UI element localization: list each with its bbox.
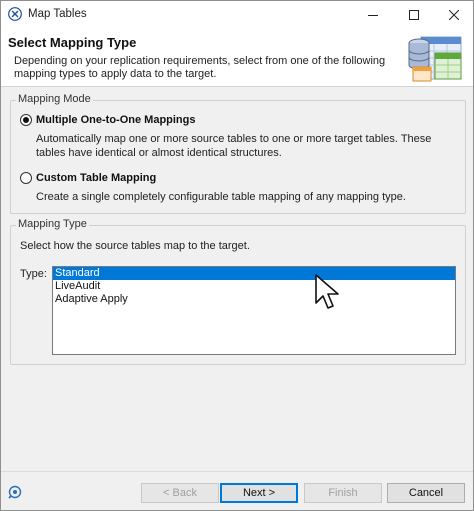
- map-tables-window: Map Tables Select Mapping Type Depending…: [0, 0, 474, 511]
- maximize-icon: [409, 10, 419, 20]
- maximize-button[interactable]: [394, 1, 434, 29]
- wizard-header: Select Mapping Type Depending on your re…: [1, 29, 473, 87]
- type-label: Type:: [20, 268, 47, 280]
- list-item-adaptive-apply[interactable]: Adaptive Apply: [53, 293, 455, 306]
- mapping-type-group: Mapping Type Select how the source table…: [10, 218, 466, 365]
- app-icon: [8, 7, 22, 21]
- close-button[interactable]: [434, 1, 473, 29]
- radio-custom-table-mapping[interactable]: Custom Table Mapping: [20, 172, 156, 184]
- list-item-liveaudit[interactable]: LiveAudit: [53, 280, 455, 293]
- radio-label: Multiple One-to-One Mappings: [36, 114, 196, 126]
- cancel-button[interactable]: Cancel: [387, 483, 465, 503]
- page-description: Depending on your replication requiremen…: [14, 55, 386, 80]
- minimize-button[interactable]: [353, 1, 393, 29]
- radio-button[interactable]: [20, 172, 32, 184]
- minimize-icon: [368, 15, 378, 16]
- mapping-type-listbox[interactable]: Standard LiveAudit Adaptive Apply: [52, 266, 456, 355]
- help-icon[interactable]: [8, 485, 22, 499]
- title-bar: Map Tables: [1, 1, 473, 29]
- footer-divider: [1, 471, 473, 472]
- window-title: Map Tables: [28, 8, 87, 20]
- mapping-type-label: Mapping Type: [16, 218, 89, 230]
- mouse-pointer-icon: [315, 274, 339, 309]
- mapping-mode-label: Mapping Mode: [16, 93, 93, 105]
- finish-button[interactable]: Finish: [304, 483, 382, 503]
- radio-button-checked[interactable]: [20, 114, 32, 126]
- radio-description: Automatically map one or more source tab…: [36, 133, 432, 159]
- mapping-mode-group: Mapping Mode Multiple One-to-One Mapping…: [10, 93, 466, 214]
- radio-description: Create a single completely configurable …: [36, 191, 406, 203]
- radio-multiple-one-to-one[interactable]: Multiple One-to-One Mappings: [20, 114, 196, 126]
- close-icon: [449, 10, 459, 20]
- next-button[interactable]: Next >: [220, 483, 298, 503]
- radio-label: Custom Table Mapping: [36, 172, 157, 184]
- back-button[interactable]: < Back: [141, 483, 219, 503]
- page-title: Select Mapping Type: [8, 35, 137, 50]
- list-item-standard[interactable]: Standard: [53, 267, 455, 280]
- database-tables-icon: [408, 36, 462, 82]
- mapping-type-description: Select how the source tables map to the …: [20, 240, 250, 252]
